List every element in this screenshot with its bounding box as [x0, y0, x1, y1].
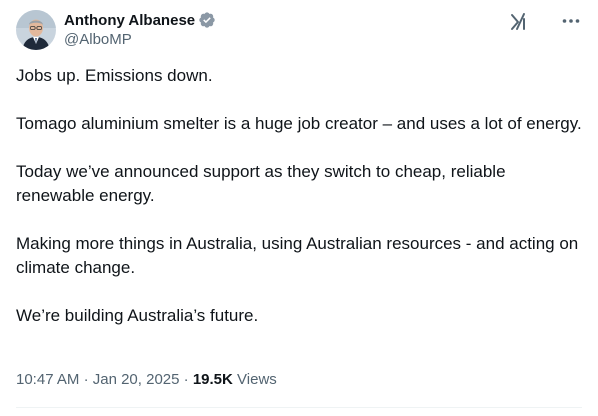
tweet-timestamp-link[interactable]: 10:47 AM · Jan 20, 2025: [16, 371, 179, 388]
tweet-paragraph: We’re building Australia’s future.: [16, 306, 259, 325]
grok-icon[interactable]: [508, 10, 530, 32]
tweet-text: Jobs up. Emissions down. Tomago aluminiu…: [16, 64, 582, 352]
more-options-icon[interactable]: [560, 10, 582, 32]
author-handle[interactable]: @AlboMP: [64, 31, 216, 48]
author-name-row: Anthony Albanese: [64, 10, 216, 30]
tweet-paragraph: Tomago aluminium smelter is a huge job c…: [16, 114, 582, 133]
avatar[interactable]: [16, 10, 56, 50]
tweet-card: Anthony Albanese @AlboMP Jobs up. Emissi…: [0, 0, 598, 416]
tweet-paragraph: Making more things in Australia, using A…: [16, 234, 579, 277]
author-display-name[interactable]: Anthony Albanese: [64, 12, 195, 29]
views-count[interactable]: 19.5K: [193, 371, 233, 388]
views-label: Views: [237, 371, 277, 388]
tweet-time: 10:47 AM: [16, 371, 80, 388]
meta-separator: ·: [83, 371, 89, 388]
tweet-paragraph: Today we’ve announced support as they sw…: [16, 162, 506, 205]
verified-badge-icon: [198, 11, 216, 29]
divider: [16, 407, 582, 408]
meta-separator: ·: [183, 371, 189, 388]
tweet-date: Jan 20, 2025: [92, 371, 180, 388]
tweet-meta: 10:47 AM · Jan 20, 2025 · 19.5K Views: [16, 370, 277, 390]
tweet-paragraph: Jobs up. Emissions down.: [16, 66, 213, 85]
author-block: Anthony Albanese @AlboMP: [64, 10, 216, 48]
